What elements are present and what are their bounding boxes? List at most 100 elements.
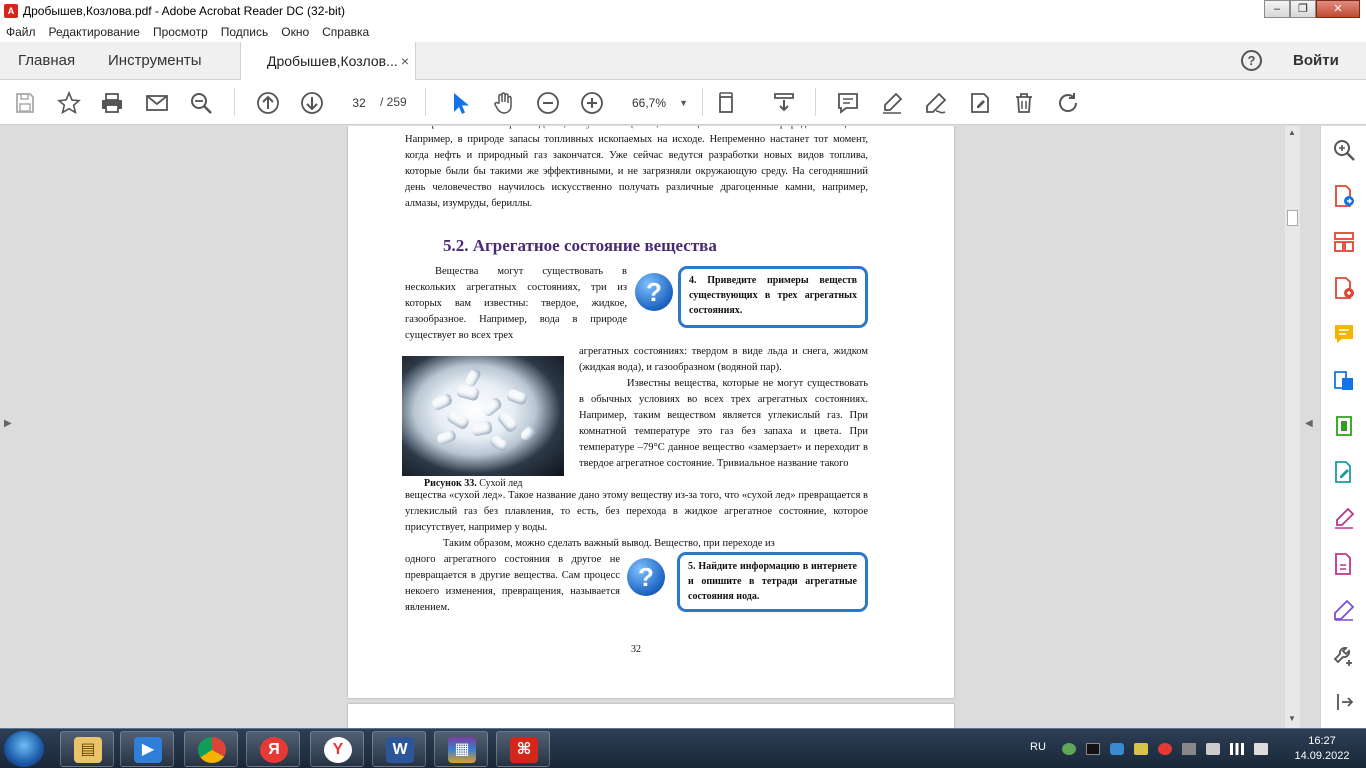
taskbar-yandex[interactable]: Y	[310, 731, 364, 767]
zoom-search-icon[interactable]	[189, 91, 213, 115]
export-pdf-icon[interactable]	[1332, 184, 1356, 208]
document-viewport[interactable]: ▶ или промышленного производства, получа…	[0, 126, 1320, 728]
question-box-4: 4. Приведите примеры веществ существующи…	[678, 266, 868, 328]
create-pdf-icon[interactable]	[1332, 276, 1356, 300]
toolbar: 32 / 259 66,7% ▼	[0, 80, 1366, 125]
comment-tool-icon[interactable]	[1332, 322, 1356, 346]
combine-files-icon[interactable]	[1332, 368, 1356, 392]
taskbar-chrome[interactable]	[184, 731, 238, 767]
fit-page-icon[interactable]	[716, 91, 740, 115]
help-icon[interactable]: ?	[1241, 50, 1262, 71]
taskbar-winrar[interactable]: ▦	[434, 731, 488, 767]
page-total: / 259	[380, 95, 407, 109]
fill-and-sign-icon[interactable]	[1332, 506, 1356, 530]
question-icon: ?	[627, 558, 665, 596]
zoom-in-icon[interactable]	[580, 91, 604, 115]
paragraph-3: агрегатных состояниях: твердом в виде ль…	[579, 346, 868, 373]
tray-app-icon[interactable]	[1110, 743, 1124, 755]
delete-trash-icon[interactable]	[1012, 91, 1036, 115]
scroll-down-icon[interactable]: ▼	[1288, 714, 1296, 723]
taskbar-acrobat[interactable]: ⌘	[496, 731, 550, 767]
bookmark-star-icon[interactable]	[57, 90, 81, 115]
toolbar-separator	[425, 88, 426, 116]
zoom-out-icon[interactable]	[536, 91, 560, 115]
scroll-up-icon[interactable]: ▲	[1288, 128, 1296, 137]
menu-sign[interactable]: Подпись	[221, 25, 269, 39]
highlight-pen-icon[interactable]	[880, 91, 904, 115]
more-tools-icon[interactable]	[1332, 644, 1356, 668]
comment-icon[interactable]	[836, 91, 860, 115]
restore-button[interactable]: ❐	[1290, 0, 1316, 18]
taskbar-word[interactable]: W	[372, 731, 426, 767]
menu-help[interactable]: Справка	[322, 25, 369, 39]
page-number-input[interactable]: 32	[343, 92, 375, 114]
tab-document-label: Дробышев,Козлов...	[267, 53, 398, 69]
tray-yandex-icon[interactable]	[1158, 743, 1172, 755]
tab-document[interactable]: Дробышев,Козлов... ×	[240, 42, 416, 81]
tray-security-icon[interactable]	[1062, 743, 1076, 755]
hand-tool-icon[interactable]	[492, 91, 516, 115]
send-for-signature-icon[interactable]	[1332, 598, 1356, 622]
email-icon[interactable]	[145, 91, 169, 115]
tab-bar: Главная Инструменты Дробышев,Козлов... ×…	[0, 42, 1366, 81]
tab-tools[interactable]: Инструменты	[108, 42, 202, 80]
zoom-level-select[interactable]: 66,7% ▼	[624, 92, 694, 114]
question-box-5: 5. Найдите информацию в интернете и опиш…	[677, 552, 868, 612]
system-clock[interactable]: 16:27 14.09.2022	[1290, 734, 1354, 764]
tray-monitor-icon[interactable]	[1086, 743, 1100, 755]
paragraph-2: Вещества могут существовать в нескольких…	[405, 266, 627, 341]
organize-pages-icon[interactable]	[1332, 230, 1356, 254]
scroll-mode-icon[interactable]	[772, 91, 796, 115]
sign-in-button[interactable]: Войти	[1293, 42, 1339, 80]
next-page-icon[interactable]	[300, 91, 324, 115]
tray-notes-icon[interactable]	[1134, 743, 1148, 755]
protect-pdf-icon[interactable]	[1332, 552, 1356, 576]
pdf-page: или промышленного производства, получать…	[348, 126, 954, 698]
menu-edit[interactable]: Редактирование	[49, 25, 140, 39]
rotate-icon[interactable]	[1056, 91, 1080, 115]
paragraph-5: вещества «сухой лед». Такое название дан…	[405, 490, 868, 533]
tab-home[interactable]: Главная	[18, 42, 75, 80]
next-pdf-page	[348, 704, 954, 728]
taskbar-yandex-browser[interactable]: Я	[246, 731, 300, 767]
page-number: 32	[631, 644, 641, 655]
save-icon[interactable]	[13, 91, 37, 115]
windows-taskbar: ▤ ▶ Я Y W ▦ ⌘ RU 16:27 14.09.2022	[0, 728, 1366, 768]
menu-window[interactable]: Окно	[281, 25, 309, 39]
start-button[interactable]	[4, 731, 44, 767]
scrollbar-thumb[interactable]	[1287, 210, 1298, 226]
print-icon[interactable]	[100, 91, 124, 115]
collapse-panel-icon[interactable]	[1332, 690, 1356, 714]
tray-signal-icon[interactable]	[1230, 743, 1244, 755]
right-panel-collapse-icon[interactable]: ◀	[1305, 418, 1313, 429]
title-bar: A Дробышев,Козлова.pdf - Adobe Acrobat R…	[0, 0, 1366, 22]
clock-time: 16:27	[1308, 735, 1336, 747]
menu-view[interactable]: Просмотр	[153, 25, 208, 39]
close-window-button[interactable]: ✕	[1316, 0, 1360, 18]
select-cursor-icon[interactable]	[448, 91, 472, 115]
previous-page-icon[interactable]	[256, 91, 280, 115]
compress-pdf-icon[interactable]	[1332, 414, 1356, 438]
left-panel-toggle-icon[interactable]: ▶	[4, 418, 12, 429]
menu-file[interactable]: Файл	[6, 25, 36, 39]
toolbar-separator	[234, 88, 235, 116]
edit-pdf-icon[interactable]	[1332, 460, 1356, 484]
draw-tool-icon[interactable]	[924, 91, 948, 115]
close-tab-icon[interactable]: ×	[401, 42, 409, 80]
fill-sign-icon[interactable]	[968, 91, 992, 115]
toolbar-separator	[702, 88, 703, 116]
taskbar-media-player[interactable]: ▶	[120, 731, 174, 767]
paragraph-1: или промышленного производства, получать…	[405, 126, 868, 209]
tray-flag-icon[interactable]	[1206, 743, 1220, 755]
language-indicator[interactable]: RU	[1030, 741, 1046, 753]
tray-volume-icon[interactable]	[1254, 743, 1268, 755]
taskbar-explorer[interactable]: ▤	[60, 731, 114, 767]
vertical-scrollbar[interactable]: ▲ ▼	[1285, 126, 1300, 728]
clock-date: 14.09.2022	[1294, 750, 1350, 762]
zoom-tool-icon[interactable]	[1332, 138, 1356, 162]
tray-network-icon[interactable]	[1182, 743, 1196, 755]
chevron-down-icon: ▼	[679, 98, 688, 108]
section-heading: 5.2. Агрегатное состояние вещества	[443, 236, 717, 255]
minimize-button[interactable]: –	[1264, 0, 1290, 18]
right-tools-panel	[1320, 126, 1366, 728]
